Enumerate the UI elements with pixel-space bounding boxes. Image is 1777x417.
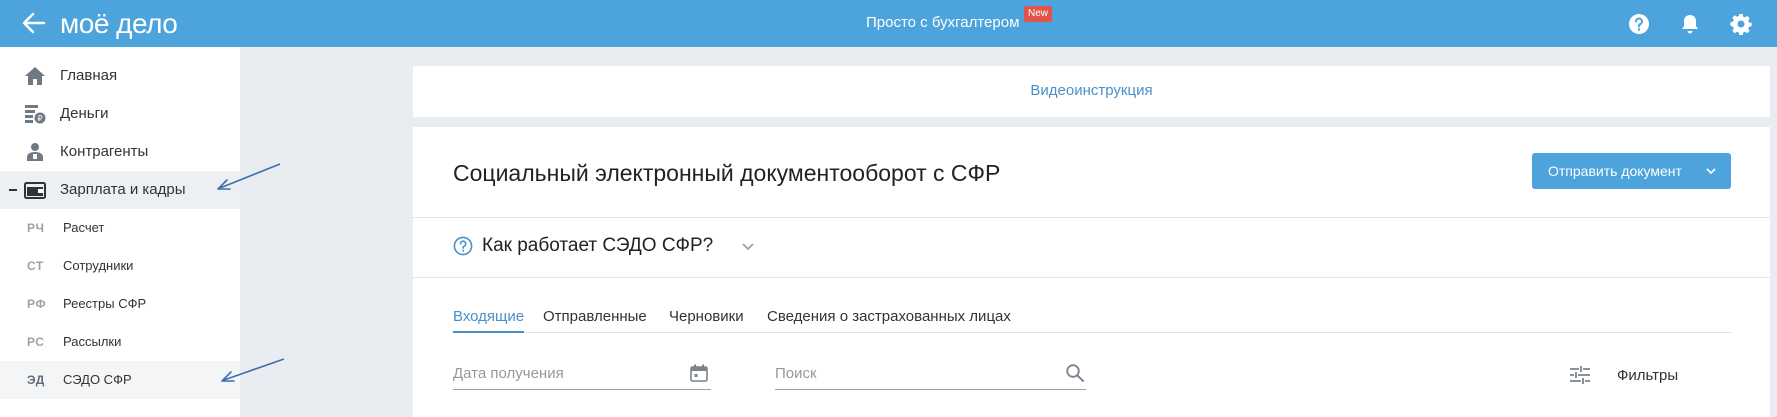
subitem-abbr: ЭД: [27, 373, 45, 387]
sidebar-item-money[interactable]: ₽ Деньги: [0, 95, 240, 133]
gear-icon[interactable]: [1730, 13, 1752, 35]
svg-text:₽: ₽: [37, 114, 42, 123]
logo[interactable]: моё дело: [60, 7, 178, 41]
subitem-label: Расчет: [63, 220, 105, 235]
sidebar-subitem-employees[interactable]: СТ Сотрудники: [0, 247, 240, 285]
sidebar-item-contractors[interactable]: Контрагенты: [0, 133, 240, 171]
page-title: Социальный электронный документооборот с…: [453, 160, 1001, 186]
chevron-down-icon[interactable]: [741, 242, 755, 252]
filters-icon[interactable]: [1569, 365, 1591, 385]
calendar-icon[interactable]: [689, 363, 709, 383]
subitem-abbr: РФ: [27, 297, 47, 311]
tab-drafts[interactable]: Черновики: [669, 308, 744, 333]
top-bar: моё дело Просто с бухгалтером New: [0, 0, 1777, 47]
tab-insured-persons[interactable]: Сведения о застрахованных лицах: [767, 308, 1011, 333]
sidebar-item-label: Зарплата и кадры: [60, 181, 186, 198]
send-document-label: Отправить документ: [1548, 163, 1682, 179]
sidebar-subitem-sedo[interactable]: ЭД СЭДО СФР: [0, 361, 240, 399]
subitem-label: Рассылки: [63, 334, 122, 349]
filters-button[interactable]: Фильтры: [1617, 367, 1678, 384]
search-field[interactable]: Поиск: [775, 361, 1086, 390]
question-circle-icon: [453, 236, 473, 256]
send-document-button[interactable]: Отправить документ: [1532, 153, 1731, 189]
tab-incoming[interactable]: Входящие: [453, 308, 525, 333]
main-panel: Социальный электронный документооборот с…: [413, 127, 1770, 417]
video-instruction-link[interactable]: Видеоинструкция: [413, 82, 1770, 99]
sidebar-item-label: Контрагенты: [60, 143, 149, 160]
sidebar-subitem-calculation[interactable]: РЧ Расчет: [0, 209, 240, 247]
date-received-placeholder: Дата получения: [453, 365, 564, 382]
subitem-label: СЭДО СФР: [63, 372, 132, 387]
subitem-abbr: РС: [27, 335, 45, 349]
contractors-icon: [27, 143, 43, 161]
divider: [413, 277, 1770, 278]
video-panel: Видеоинструкция: [413, 66, 1770, 117]
search-placeholder: Поиск: [775, 365, 817, 382]
home-icon: [25, 67, 45, 85]
tab-sent[interactable]: Отправленные: [543, 308, 647, 333]
help-icon[interactable]: [1628, 13, 1650, 35]
date-received-field[interactable]: Дата получения: [453, 361, 711, 390]
sidebar-item-home[interactable]: Главная: [0, 57, 240, 95]
back-arrow-icon[interactable]: [22, 12, 46, 34]
subitem-label: Сотрудники: [63, 258, 134, 273]
sidebar-item-label: Деньги: [60, 105, 109, 122]
wallet-icon: [24, 182, 46, 199]
promo-link[interactable]: Просто с бухгалтером: [866, 13, 1019, 33]
subitem-abbr: СТ: [27, 259, 44, 273]
money-icon: ₽: [25, 105, 46, 124]
bell-icon[interactable]: [1679, 13, 1701, 35]
sidebar-item-label: Главная: [60, 67, 118, 84]
divider: [413, 217, 1770, 218]
new-badge: New: [1024, 6, 1053, 22]
subitem-abbr: РЧ: [27, 221, 45, 235]
sidebar: Главная ₽ Деньги Контрагенты Зарплата и …: [0, 47, 240, 417]
how-it-works-toggle[interactable]: Как работает СЭДО СФР?: [482, 235, 713, 257]
sidebar-subitem-mailings[interactable]: РС Рассылки: [0, 323, 240, 361]
sidebar-item-salary[interactable]: Зарплата и кадры: [0, 171, 240, 209]
search-icon[interactable]: [1065, 363, 1085, 383]
chevron-down-icon: [1706, 168, 1716, 175]
sidebar-subitem-registries[interactable]: РФ Реестры СФР: [0, 285, 240, 323]
subitem-label: Реестры СФР: [63, 296, 147, 311]
collapse-icon[interactable]: [9, 189, 17, 191]
